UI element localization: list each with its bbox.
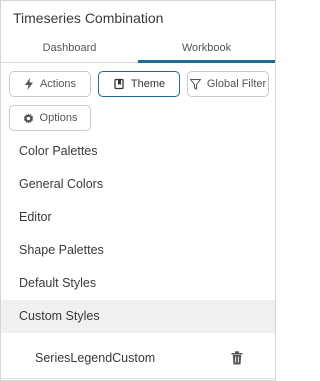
trash-icon[interactable]: [231, 351, 245, 367]
tab-dashboard[interactable]: Dashboard: [1, 35, 138, 61]
theme-menu: Color Palettes General Colors Editor Sha…: [1, 135, 275, 333]
menu-item-editor[interactable]: Editor: [1, 201, 275, 234]
custom-style-label: SeriesLegendCustom: [35, 351, 156, 365]
tab-workbook-label: Workbook: [181, 42, 232, 54]
tab-workbook[interactable]: Workbook: [138, 35, 275, 63]
menu-item-general-colors[interactable]: General Colors: [1, 168, 275, 201]
menu-item-color-palettes[interactable]: Color Palettes: [1, 135, 275, 168]
options-button-label: Options: [39, 112, 78, 124]
active-tab-indicator: [138, 60, 275, 63]
actions-button[interactable]: Actions: [9, 71, 91, 97]
divider: [1, 378, 275, 379]
lightning-icon: [24, 78, 34, 90]
options-button[interactable]: Options: [9, 105, 91, 131]
workbook-panel: Timeseries Combination Dashboard Workboo…: [0, 0, 276, 381]
filter-icon: [189, 78, 201, 90]
tab-bar: Dashboard Workbook: [1, 35, 275, 63]
theme-button[interactable]: Theme: [98, 71, 180, 97]
global-filter-button[interactable]: Global Filter: [187, 71, 269, 97]
custom-style-item[interactable]: SeriesLegendCustom: [1, 342, 275, 375]
menu-item-default-styles[interactable]: Default Styles: [1, 267, 275, 300]
theme-icon: [113, 78, 125, 90]
theme-button-label: Theme: [130, 78, 166, 90]
gear-icon: [23, 112, 34, 124]
menu-item-custom-styles[interactable]: Custom Styles: [1, 300, 275, 333]
panel-title: Timeseries Combination: [13, 10, 164, 26]
actions-button-label: Actions: [39, 78, 77, 90]
global-filter-button-label: Global Filter: [206, 78, 267, 90]
menu-item-shape-palettes[interactable]: Shape Palettes: [1, 234, 275, 267]
